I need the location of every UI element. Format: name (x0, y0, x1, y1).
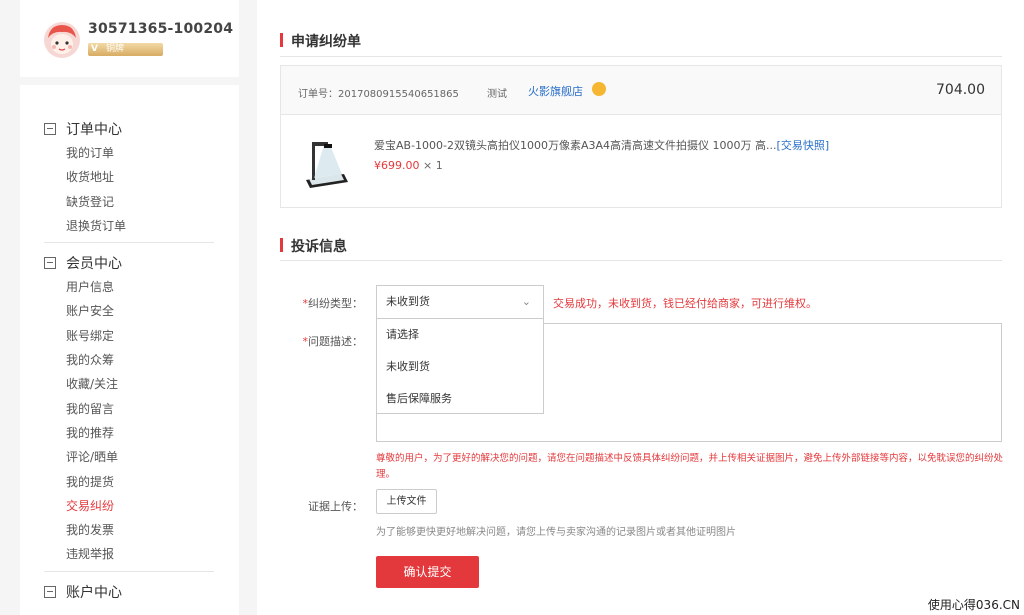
product-image[interactable] (300, 136, 352, 188)
divider (44, 570, 214, 572)
document-camera-icon (306, 142, 348, 188)
chevron-down-icon: ⌄ (521, 295, 531, 308)
sidebar-menu: 订单中心 我的订单 收货地址 缺货登记 退换货订单 会员中心 用户信息 账户安全… (20, 85, 239, 615)
description-warning: 尊敬的用户，为了更好的解决您的问题，请您在问题描述中反馈具体纠纷问题，并上传相关… (376, 453, 1004, 480)
collapse-icon[interactable] (44, 123, 56, 135)
sidebar-item-account-binding[interactable]: 账号绑定 (44, 324, 239, 348)
sidebar-item-account-security[interactable]: 账户安全 (44, 299, 239, 323)
upload-file-button[interactable]: 上传文件 (376, 489, 437, 514)
sidebar-item-user-info[interactable]: 用户信息 (44, 275, 239, 299)
dropdown-option[interactable]: 请选择 (377, 319, 543, 351)
sidebar-item-referrals[interactable]: 我的推荐 (44, 421, 239, 445)
group-header-member[interactable]: 会员中心 (44, 251, 239, 275)
section-title-apply: 申请纠纷单 (280, 31, 361, 51)
sidebar-item-favorites[interactable]: 收藏/关注 (44, 372, 239, 396)
group-title: 订单中心 (66, 122, 122, 138)
avatar[interactable] (44, 22, 80, 58)
collapse-icon[interactable] (44, 585, 56, 598)
sidebar-item-my-orders[interactable]: 我的订单 (44, 141, 239, 165)
order-number: 订单号：2017080915540651865 (298, 89, 459, 100)
evidence-label: 证据上传： (308, 500, 363, 513)
group-header-account[interactable]: 账户中心 (44, 580, 239, 604)
product-name[interactable]: 爱宝AB-1000-2双镜头高拍仪1000万像素A3A4高清高速文件拍摄仪 10… (374, 137, 829, 153)
sidebar-item-pickup[interactable]: 我的提货 (44, 470, 239, 494)
product-price: ¥699.00 × 1 (374, 159, 443, 172)
submit-button[interactable]: 确认提交 (376, 556, 479, 588)
order-total: 704.00 (936, 82, 985, 98)
dispute-type-select[interactable]: 未收到货 ⌄ (376, 285, 544, 319)
order-test-label: 测试 (487, 89, 507, 100)
sidebar-item-disputes[interactable]: 交易纠纷 (44, 494, 239, 518)
product-quantity: × 1 (423, 159, 443, 172)
vip-badge: V 铜牌 (88, 43, 163, 56)
store-link[interactable]: 火影旗舰店 (528, 83, 583, 99)
dispute-type-dropdown: 请选择 未收到货 售后保障服务 (376, 318, 544, 414)
order-card: 订单号：2017080915540651865 测试 火影旗舰店 704.00 … (280, 65, 1002, 208)
description-label: *问题描述： (302, 335, 364, 348)
dropdown-option[interactable]: 未收到货 (377, 351, 543, 383)
dispute-type-label: *纠纷类型： (302, 297, 364, 310)
divider (44, 242, 214, 244)
sidebar-item-out-of-stock[interactable]: 缺货登记 (44, 190, 239, 214)
vip-level-icon: V (91, 44, 98, 54)
sidebar-item-reviews[interactable]: 评论/晒单 (44, 445, 239, 469)
group-title: 会员中心 (66, 256, 122, 273)
group-header-orders[interactable]: 订单中心 (44, 117, 239, 141)
sidebar-item-report[interactable]: 违规举报 (44, 542, 239, 566)
divider (280, 56, 1002, 57)
menu-group-orders: 订单中心 我的订单 收货地址 缺货登记 退换货订单 (20, 117, 239, 238)
store-chat-icon[interactable] (592, 82, 606, 96)
main-content: 申请纠纷单 订单号：2017080915540651865 测试 火影旗舰店 7… (257, 0, 1024, 615)
upload-hint: 为了能够更快更好地解决问题，请您上传与卖家沟通的记录图片或者其他证明图片 (376, 527, 736, 538)
dropdown-option[interactable]: 售后保障服务 (377, 383, 543, 415)
section-title-complaint: 投诉信息 (280, 236, 347, 256)
sidebar-item-returns[interactable]: 退换货订单 (44, 214, 239, 238)
vip-badge-label: 铜牌 (106, 44, 125, 54)
avatar-icon (44, 22, 80, 58)
dispute-type-hint: 交易成功，未收到货，钱已经付给商家，可进行维权。 (553, 297, 817, 310)
sidebar-item-address[interactable]: 收货地址 (44, 165, 239, 189)
collapse-icon[interactable] (44, 257, 56, 270)
watermark: 使用心得036.CN (927, 598, 1020, 612)
snapshot-link[interactable]: [交易快照] (777, 139, 830, 152)
sidebar-item-messages[interactable]: 我的留言 (44, 397, 239, 421)
user-card: 30571365-100204 V 铜牌 (20, 0, 239, 77)
user-id: 30571365-100204 (88, 21, 234, 37)
order-header: 订单号：2017080915540651865 测试 火影旗舰店 704.00 (281, 66, 1001, 115)
divider (280, 260, 1002, 261)
sidebar-item-crowdfunding[interactable]: 我的众筹 (44, 348, 239, 372)
group-title: 账户中心 (66, 584, 122, 601)
menu-group-account: 账户中心 (20, 580, 239, 604)
sidebar-item-invoices[interactable]: 我的发票 (44, 518, 239, 542)
menu-group-member: 会员中心 用户信息 账户安全 账号绑定 我的众筹 收藏/关注 我的留言 我的推荐… (20, 251, 239, 567)
